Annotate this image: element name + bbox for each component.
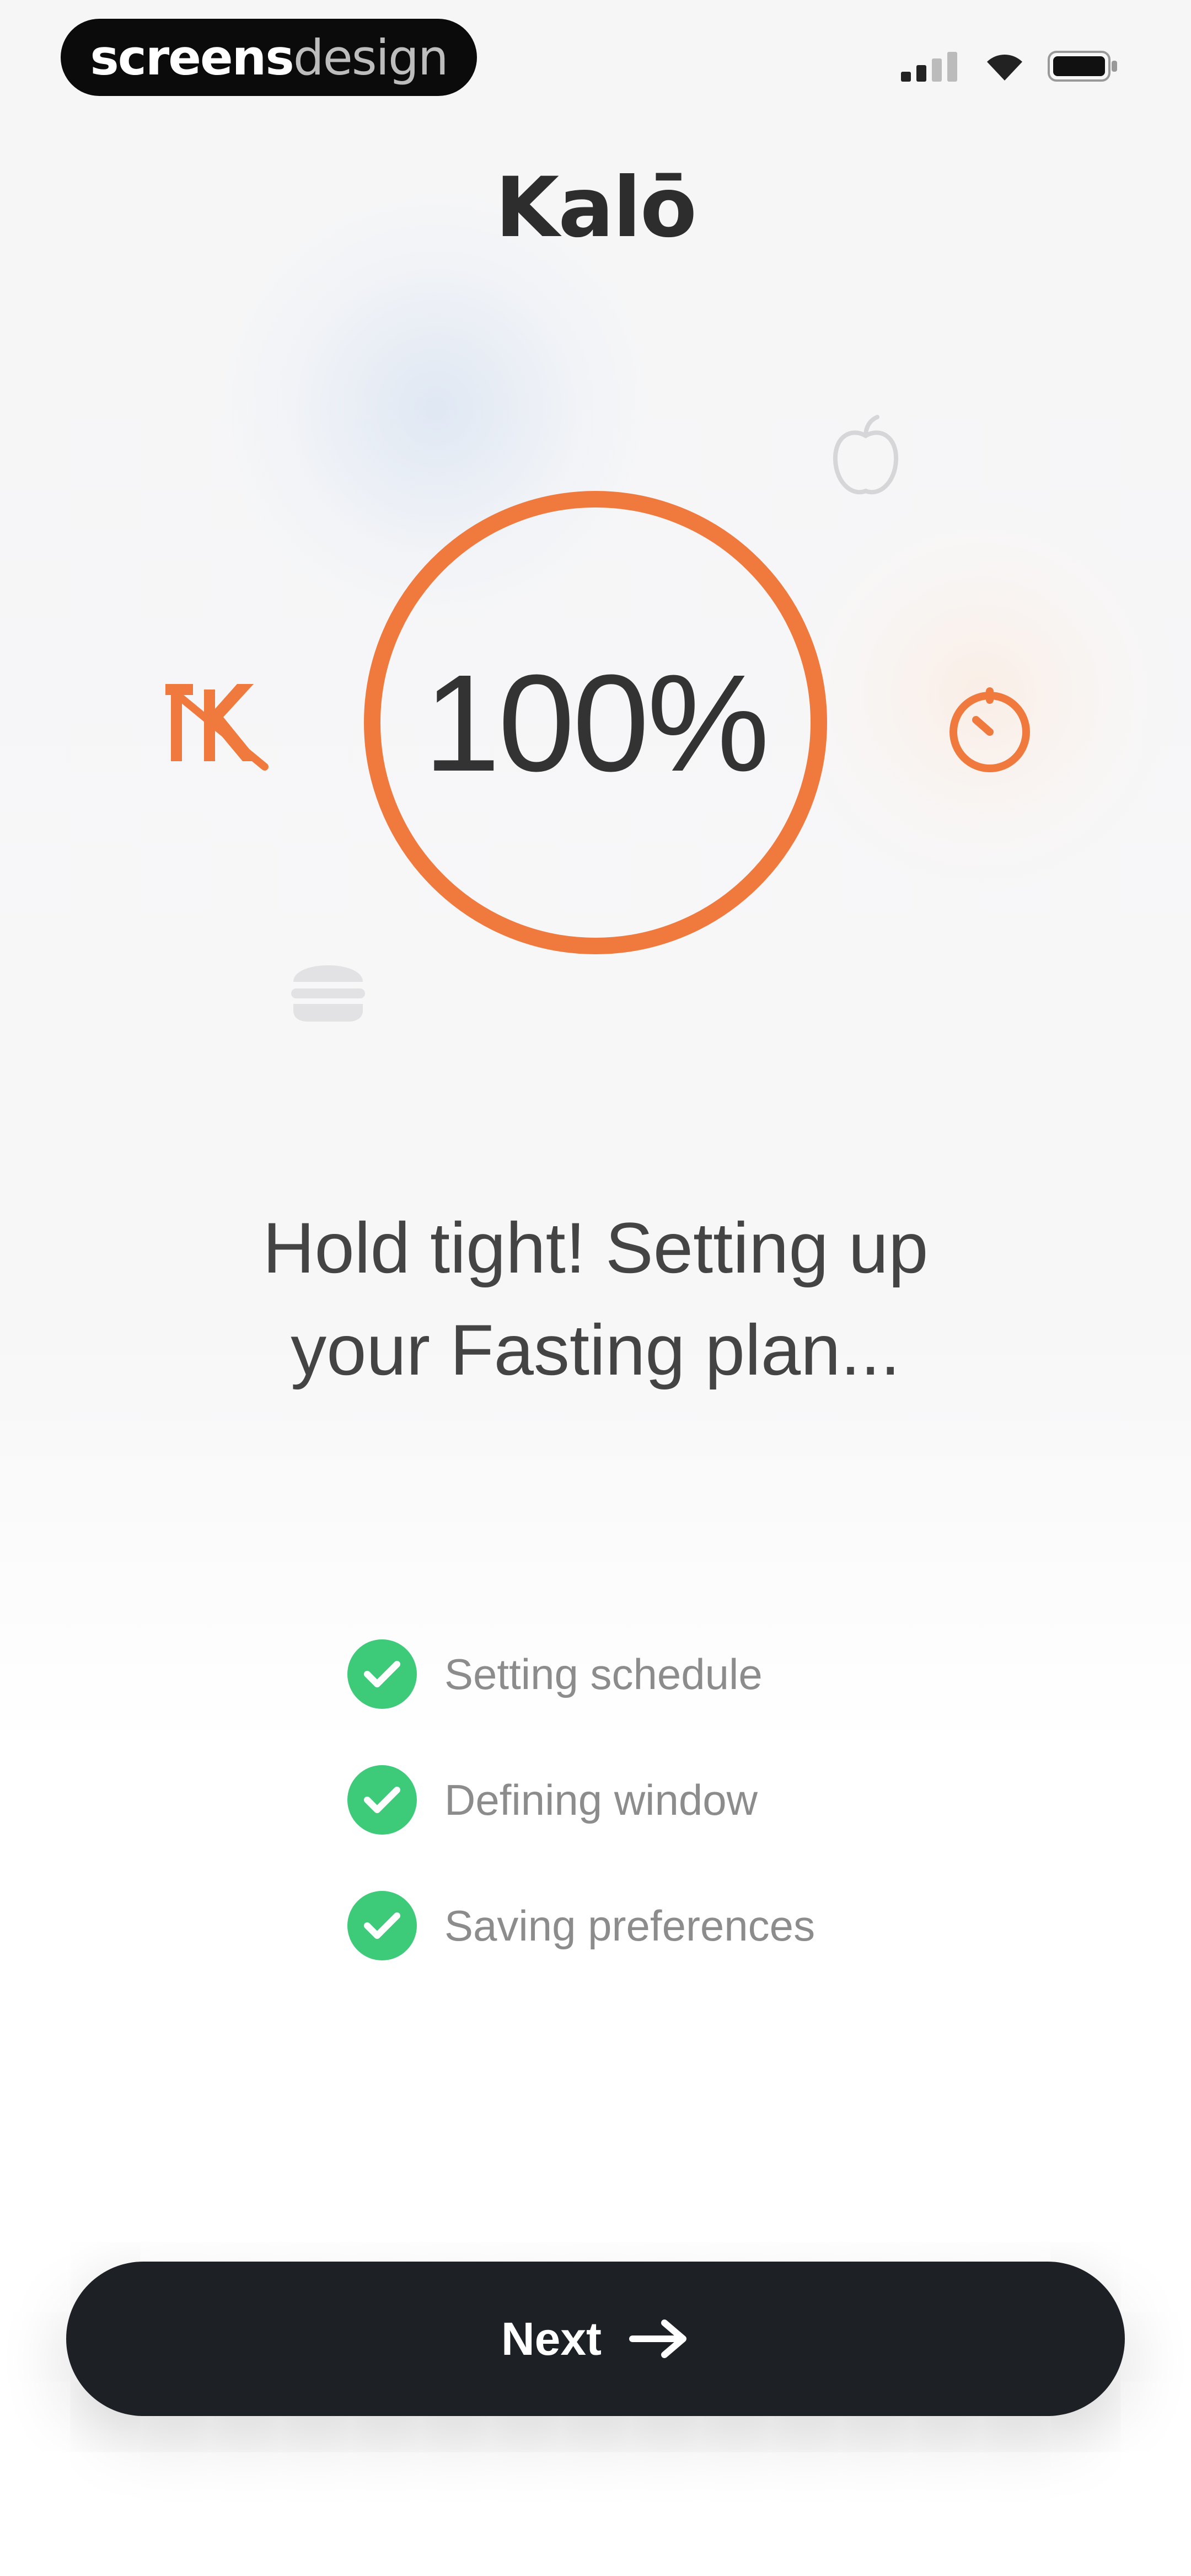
fasting-setup-screen: screens design Kalō 100% Hold tight! Set… xyxy=(0,0,1191,2576)
checklist-label: Defining window xyxy=(444,1775,758,1824)
check-icon xyxy=(347,1891,417,1960)
brand-badge-light: design xyxy=(293,29,449,86)
app-title: Kalō xyxy=(495,160,697,256)
brand-badge: screens design xyxy=(61,19,477,96)
wifi-icon xyxy=(987,55,1022,81)
setup-checklist: Setting schedule Defining window Saving … xyxy=(347,1638,1009,2016)
timer-icon xyxy=(949,687,1030,772)
list-item: Saving preferences xyxy=(347,1890,1009,1962)
no-food-icon xyxy=(165,684,269,771)
list-item: Defining window xyxy=(347,1764,1009,1836)
status-bar: screens design xyxy=(0,0,1191,132)
brand-badge-bold: screens xyxy=(90,29,294,86)
loading-headline-line-2: your Fasting plan... xyxy=(291,1310,900,1390)
arrow-right-icon xyxy=(629,2320,687,2358)
list-item: Setting schedule xyxy=(347,1638,1009,1710)
progress-percentage: 100% xyxy=(423,645,769,800)
check-icon xyxy=(347,1765,417,1835)
battery-icon xyxy=(1048,51,1117,82)
next-button[interactable]: Next xyxy=(66,2262,1125,2416)
next-button-label: Next xyxy=(501,2312,602,2365)
loading-headline: Hold tight! Setting up your Fasting plan… xyxy=(110,1197,1081,1401)
check-icon xyxy=(347,1639,417,1709)
checklist-label: Saving preferences xyxy=(444,1901,816,1950)
burger-icon xyxy=(291,965,365,1022)
apple-icon xyxy=(833,415,899,495)
loading-headline-line-1: Hold tight! Setting up xyxy=(262,1207,929,1288)
status-icons xyxy=(901,50,1119,83)
signal-icon xyxy=(901,52,957,82)
checklist-label: Setting schedule xyxy=(444,1649,763,1698)
